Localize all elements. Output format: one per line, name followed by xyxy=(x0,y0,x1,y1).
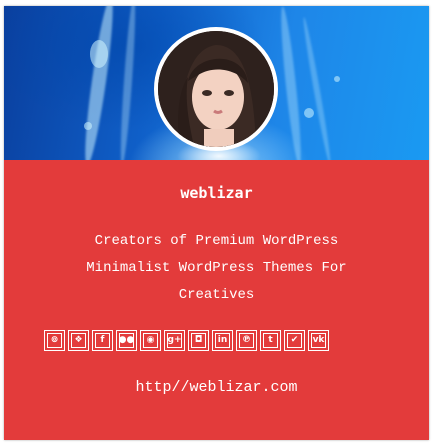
camera-icon: ◘ xyxy=(191,333,206,348)
dropbox-button[interactable]: ❖ xyxy=(68,330,89,351)
vk-button[interactable]: vk xyxy=(308,330,329,351)
profile-name: weblizar xyxy=(180,184,253,202)
instagram-button[interactable]: ⊚ xyxy=(44,330,65,351)
twitter-icon: ✔ xyxy=(287,333,302,348)
profile-card: weblizar Creators of Premium WordPress M… xyxy=(4,6,429,440)
pinterest-button[interactable]: ℗ xyxy=(236,330,257,351)
google-plus-icon: g+ xyxy=(167,333,182,348)
pinterest-icon: ℗ xyxy=(239,333,254,348)
instagram-icon: ⊚ xyxy=(47,333,62,348)
avatar xyxy=(154,27,278,151)
camera-button[interactable]: ◘ xyxy=(188,330,209,351)
dropbox-icon: ❖ xyxy=(71,333,86,348)
tumblr-icon: t xyxy=(263,333,278,348)
linkedin-button[interactable]: in xyxy=(212,330,233,351)
linkedin-icon: in xyxy=(215,333,230,348)
avatar-image xyxy=(158,31,274,147)
facebook-icon: f xyxy=(95,333,110,348)
google-plus-button[interactable]: g+ xyxy=(164,330,185,351)
description-line: Minimalist WordPress Themes For xyxy=(86,260,347,276)
social-icons: ⊚ ❖ f ●● ◉ g+ ◘ in ℗ t ✔ vk xyxy=(44,330,332,354)
description-line: Creatives xyxy=(178,287,255,303)
profile-url-link[interactable]: http//weblizar.com xyxy=(4,379,429,396)
cover-banner xyxy=(4,6,429,160)
flickr-button[interactable]: ●● xyxy=(116,330,137,351)
tumblr-button[interactable]: t xyxy=(260,330,281,351)
description-line: Creators of Premium WordPress xyxy=(94,233,339,249)
profile-description: Creators of Premium WordPress Minimalist… xyxy=(34,228,399,309)
github-icon: ◉ xyxy=(143,333,158,348)
github-button[interactable]: ◉ xyxy=(140,330,161,351)
vk-icon: vk xyxy=(311,333,326,348)
facebook-button[interactable]: f xyxy=(92,330,113,351)
flickr-icon: ●● xyxy=(119,333,134,348)
twitter-button[interactable]: ✔ xyxy=(284,330,305,351)
